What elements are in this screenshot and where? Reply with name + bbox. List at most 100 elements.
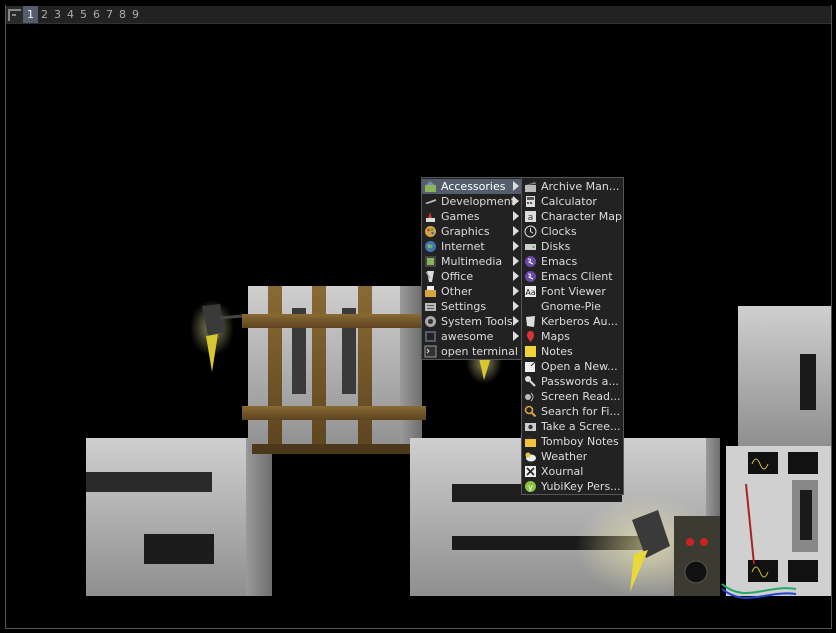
- tag-5[interactable]: 5: [77, 6, 90, 23]
- main-menu-item[interactable]: Development: [422, 194, 522, 209]
- main-menu-item-label: open terminal: [441, 345, 518, 358]
- tag-3[interactable]: 3: [51, 6, 64, 23]
- main-menu-item[interactable]: System Tools: [422, 314, 522, 329]
- main-menu-item[interactable]: Internet: [422, 239, 522, 254]
- wallpaper-crate: [242, 286, 426, 454]
- menu-icon-placeholder: [524, 300, 537, 313]
- accessories-menu-item[interactable]: Disks: [522, 239, 623, 254]
- top-bar: 123456789: [6, 6, 831, 24]
- main-menu-item[interactable]: Office: [422, 269, 522, 284]
- accessories-menu-item[interactable]: a Character Map: [522, 209, 623, 224]
- accessories-menu-item[interactable]: Aa Font Viewer: [522, 284, 623, 299]
- accessories-menu-item[interactable]: Notes: [522, 344, 623, 359]
- calculator-icon: [524, 195, 537, 208]
- submenu-arrow-icon: [513, 196, 519, 206]
- xournal-icon: [524, 465, 537, 478]
- layout-icon[interactable]: [6, 6, 23, 23]
- archive-manager-icon: [524, 180, 537, 193]
- accessories-menu-item-label: Emacs Client: [541, 270, 613, 283]
- accessories-menu-item[interactable]: Xournal: [522, 464, 623, 479]
- submenu-arrow-icon: [513, 301, 519, 311]
- accessories-menu-item[interactable]: Calculator: [522, 194, 623, 209]
- clocks-icon: [524, 225, 537, 238]
- tag-9[interactable]: 9: [129, 6, 142, 23]
- accessories-menu-item[interactable]: Tomboy Notes: [522, 434, 623, 449]
- accessories-menu-item[interactable]: Kerberos Au...: [522, 314, 623, 329]
- svg-text:a: a: [528, 213, 534, 223]
- accessories-menu-item-label: Font Viewer: [541, 285, 606, 298]
- tag-1[interactable]: 1: [23, 6, 38, 23]
- other-icon: [424, 285, 437, 298]
- accessories-menu-item-label: Take a Scree...: [541, 420, 621, 433]
- accessories-menu-item[interactable]: Search for Fi...: [522, 404, 623, 419]
- accessories-menu-item-label: Passwords a...: [541, 375, 619, 388]
- awesome-icon: [424, 330, 437, 343]
- weather-icon: [524, 450, 537, 463]
- submenu-arrow-icon: [513, 331, 519, 341]
- accessories-menu-item-label: Archive Man...: [541, 180, 620, 193]
- wallpaper-letter-a: [86, 438, 272, 596]
- accessories-menu-item[interactable]: Open a New...: [522, 359, 623, 374]
- games-icon: [424, 210, 437, 223]
- accessories-menu-item[interactable]: Emacs: [522, 254, 623, 269]
- main-menu-item-label: Accessories: [441, 180, 506, 193]
- accessories-menu-item[interactable]: Maps: [522, 329, 623, 344]
- maps-icon: [524, 330, 537, 343]
- tag-7[interactable]: 7: [103, 6, 116, 23]
- wallpaper-machine: [721, 306, 831, 599]
- svg-text:Aa: Aa: [525, 288, 535, 297]
- emacs-client-icon: [524, 270, 537, 283]
- accessories-menu-item[interactable]: Clocks: [522, 224, 623, 239]
- submenu-arrow-icon: [513, 211, 519, 221]
- desktop: 123456789 Accessories Development Games Gra…: [0, 0, 836, 633]
- wallpaper-drill-left: [190, 300, 243, 372]
- submenu-arrow-icon: [513, 181, 519, 191]
- accessories-menu-item[interactable]: Screen Read...: [522, 389, 623, 404]
- tag-2[interactable]: 2: [38, 6, 51, 23]
- development-icon: [424, 195, 437, 208]
- main-menu-item[interactable]: open terminal: [422, 344, 522, 359]
- accessories-menu-item[interactable]: y YubiKey Pers...: [522, 479, 623, 494]
- submenu-arrow-icon: [513, 316, 519, 326]
- main-menu-item[interactable]: Multimedia: [422, 254, 522, 269]
- character-map-icon: a: [524, 210, 537, 223]
- passwords-icon: [524, 375, 537, 388]
- accessories-menu-item-label: Notes: [541, 345, 573, 358]
- main-menu-item[interactable]: Accessories: [422, 179, 522, 194]
- search-files-icon: [524, 405, 537, 418]
- main-menu-item[interactable]: Other: [422, 284, 522, 299]
- submenu-arrow-icon: [513, 226, 519, 236]
- accessories-menu-item[interactable]: Emacs Client: [522, 269, 623, 284]
- emacs-icon: [524, 255, 537, 268]
- tag-4[interactable]: 4: [64, 6, 77, 23]
- main-menu-item[interactable]: Settings: [422, 299, 522, 314]
- accessories-menu-item[interactable]: Archive Man...: [522, 179, 623, 194]
- submenu-arrow-icon: [513, 286, 519, 296]
- accessories-menu-item-label: Gnome-Pie: [541, 300, 601, 313]
- tag-8[interactable]: 8: [116, 6, 129, 23]
- main-menu-item-label: awesome: [441, 330, 494, 343]
- main-menu-item[interactable]: Games: [422, 209, 522, 224]
- accessories-menu-item-label: Calculator: [541, 195, 597, 208]
- tag-6[interactable]: 6: [90, 6, 103, 23]
- submenu-arrow-icon: [513, 271, 519, 281]
- accessories-menu-item-label: Emacs: [541, 255, 578, 268]
- accessories-menu-item-label: Open a New...: [541, 360, 618, 373]
- main-menu-item[interactable]: Graphics: [422, 224, 522, 239]
- screen-reader-icon: [524, 390, 537, 403]
- main-menu-item-label: Other: [441, 285, 473, 298]
- kerberos-icon: [524, 315, 537, 328]
- accessories-menu-item-label: Maps: [541, 330, 570, 343]
- main-menu-item-label: System Tools: [441, 315, 513, 328]
- screenshot-icon: [524, 420, 537, 433]
- main-menu-item[interactable]: awesome: [422, 329, 522, 344]
- accessories-menu-item-label: Kerberos Au...: [541, 315, 618, 328]
- accessories-menu-item[interactable]: Gnome-Pie: [522, 299, 623, 314]
- accessories-menu-item[interactable]: Passwords a...: [522, 374, 623, 389]
- tomboy-notes-icon: [524, 435, 537, 448]
- accessories-menu-item[interactable]: Take a Scree...: [522, 419, 623, 434]
- notes-icon: [524, 345, 537, 358]
- accessories-menu-item[interactable]: Weather: [522, 449, 623, 464]
- screen-border-bottom: [5, 628, 832, 629]
- internet-icon: [424, 240, 437, 253]
